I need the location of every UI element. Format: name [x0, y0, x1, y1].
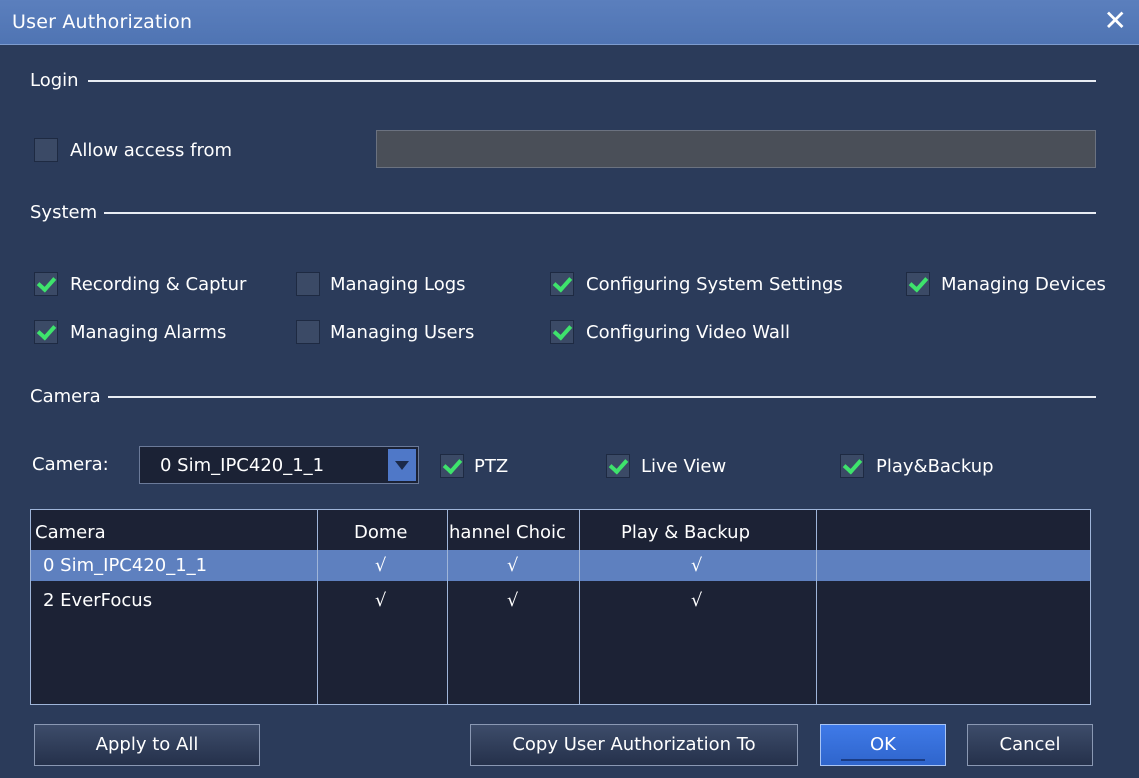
managing-users-checkbox[interactable]: [296, 320, 320, 344]
cancel-button[interactable]: Cancel: [967, 724, 1093, 766]
camera-permissions-table: Camera Dome hannel Choic Play & Backup 0…: [30, 509, 1091, 705]
configuring-system-settings-label: Configuring System Settings: [586, 274, 843, 295]
column-header-camera[interactable]: Camera: [35, 522, 106, 543]
allowed-address-input[interactable]: [376, 130, 1096, 168]
section-divider: [104, 212, 1096, 214]
system-section-header: System: [30, 202, 1096, 226]
column-divider: [447, 510, 448, 704]
dome-cell: √: [375, 590, 387, 611]
dialog-title: User Authorization: [12, 11, 193, 33]
ptz-label: PTZ: [474, 456, 509, 477]
camera-select[interactable]: 0 Sim_IPC420_1_1: [139, 446, 419, 484]
recording-capture-checkbox[interactable]: [34, 272, 58, 296]
table-row[interactable]: 2 EverFocus √ √ √: [31, 585, 1090, 616]
column-divider: [579, 510, 580, 704]
play-backup-checkbox[interactable]: [840, 454, 864, 478]
managing-alarms-checkbox[interactable]: [34, 320, 58, 344]
managing-devices-label: Managing Devices: [941, 274, 1106, 295]
configuring-system-settings-checkbox[interactable]: [550, 272, 574, 296]
camera-select-label: Camera:: [32, 454, 109, 475]
system-section-label: System: [30, 202, 98, 223]
live-view-label: Live View: [641, 456, 727, 477]
section-divider: [88, 80, 1096, 82]
play-backup-cell: √: [691, 590, 703, 611]
allow-access-label: Allow access from: [70, 140, 233, 161]
dome-cell: √: [375, 555, 387, 576]
play-backup-cell: √: [691, 555, 703, 576]
user-authorization-dialog: User Authorization ✕ Login Allow access …: [0, 0, 1139, 778]
section-divider: [108, 396, 1096, 398]
column-header-play-backup[interactable]: Play & Backup: [621, 522, 750, 543]
column-divider: [816, 510, 817, 704]
configuring-video-wall-checkbox[interactable]: [550, 320, 574, 344]
managing-alarms-label: Managing Alarms: [70, 322, 227, 343]
camera-select-value: 0 Sim_IPC420_1_1: [160, 455, 325, 476]
apply-to-all-button[interactable]: Apply to All: [34, 724, 260, 766]
chevron-down-icon[interactable]: [388, 449, 416, 481]
ptz-checkbox[interactable]: [440, 454, 464, 478]
camera-cell: 2 EverFocus: [43, 590, 153, 611]
managing-devices-checkbox[interactable]: [906, 272, 930, 296]
login-section-label: Login: [30, 70, 79, 91]
recording-capture-label: Recording & Captur: [70, 274, 247, 295]
channel-choice-cell: √: [507, 555, 519, 576]
channel-choice-cell: √: [507, 590, 519, 611]
column-header-dome[interactable]: Dome: [354, 522, 407, 543]
copy-user-authorization-button[interactable]: Copy User Authorization To: [470, 724, 798, 766]
title-bar: User Authorization ✕: [0, 0, 1139, 45]
live-view-checkbox[interactable]: [606, 454, 630, 478]
column-divider: [317, 510, 318, 704]
column-header-channel-choice[interactable]: hannel Choic: [449, 522, 577, 543]
configuring-video-wall-label: Configuring Video Wall: [586, 322, 790, 343]
allow-access-checkbox[interactable]: [34, 138, 58, 162]
camera-cell: 0 Sim_IPC420_1_1: [43, 555, 208, 576]
managing-logs-checkbox[interactable]: [296, 272, 320, 296]
close-icon[interactable]: ✕: [1104, 6, 1127, 36]
table-header: Camera Dome hannel Choic Play & Backup: [31, 510, 1090, 550]
ok-button[interactable]: OK: [820, 724, 946, 766]
play-backup-label: Play&Backup: [876, 456, 994, 477]
managing-logs-label: Managing Logs: [330, 274, 466, 295]
login-section-header: Login: [30, 70, 1096, 94]
managing-users-label: Managing Users: [330, 322, 475, 343]
table-row[interactable]: 0 Sim_IPC420_1_1 √ √ √: [31, 550, 1090, 581]
camera-section-label: Camera: [30, 386, 101, 407]
camera-section-header: Camera: [30, 386, 1096, 410]
